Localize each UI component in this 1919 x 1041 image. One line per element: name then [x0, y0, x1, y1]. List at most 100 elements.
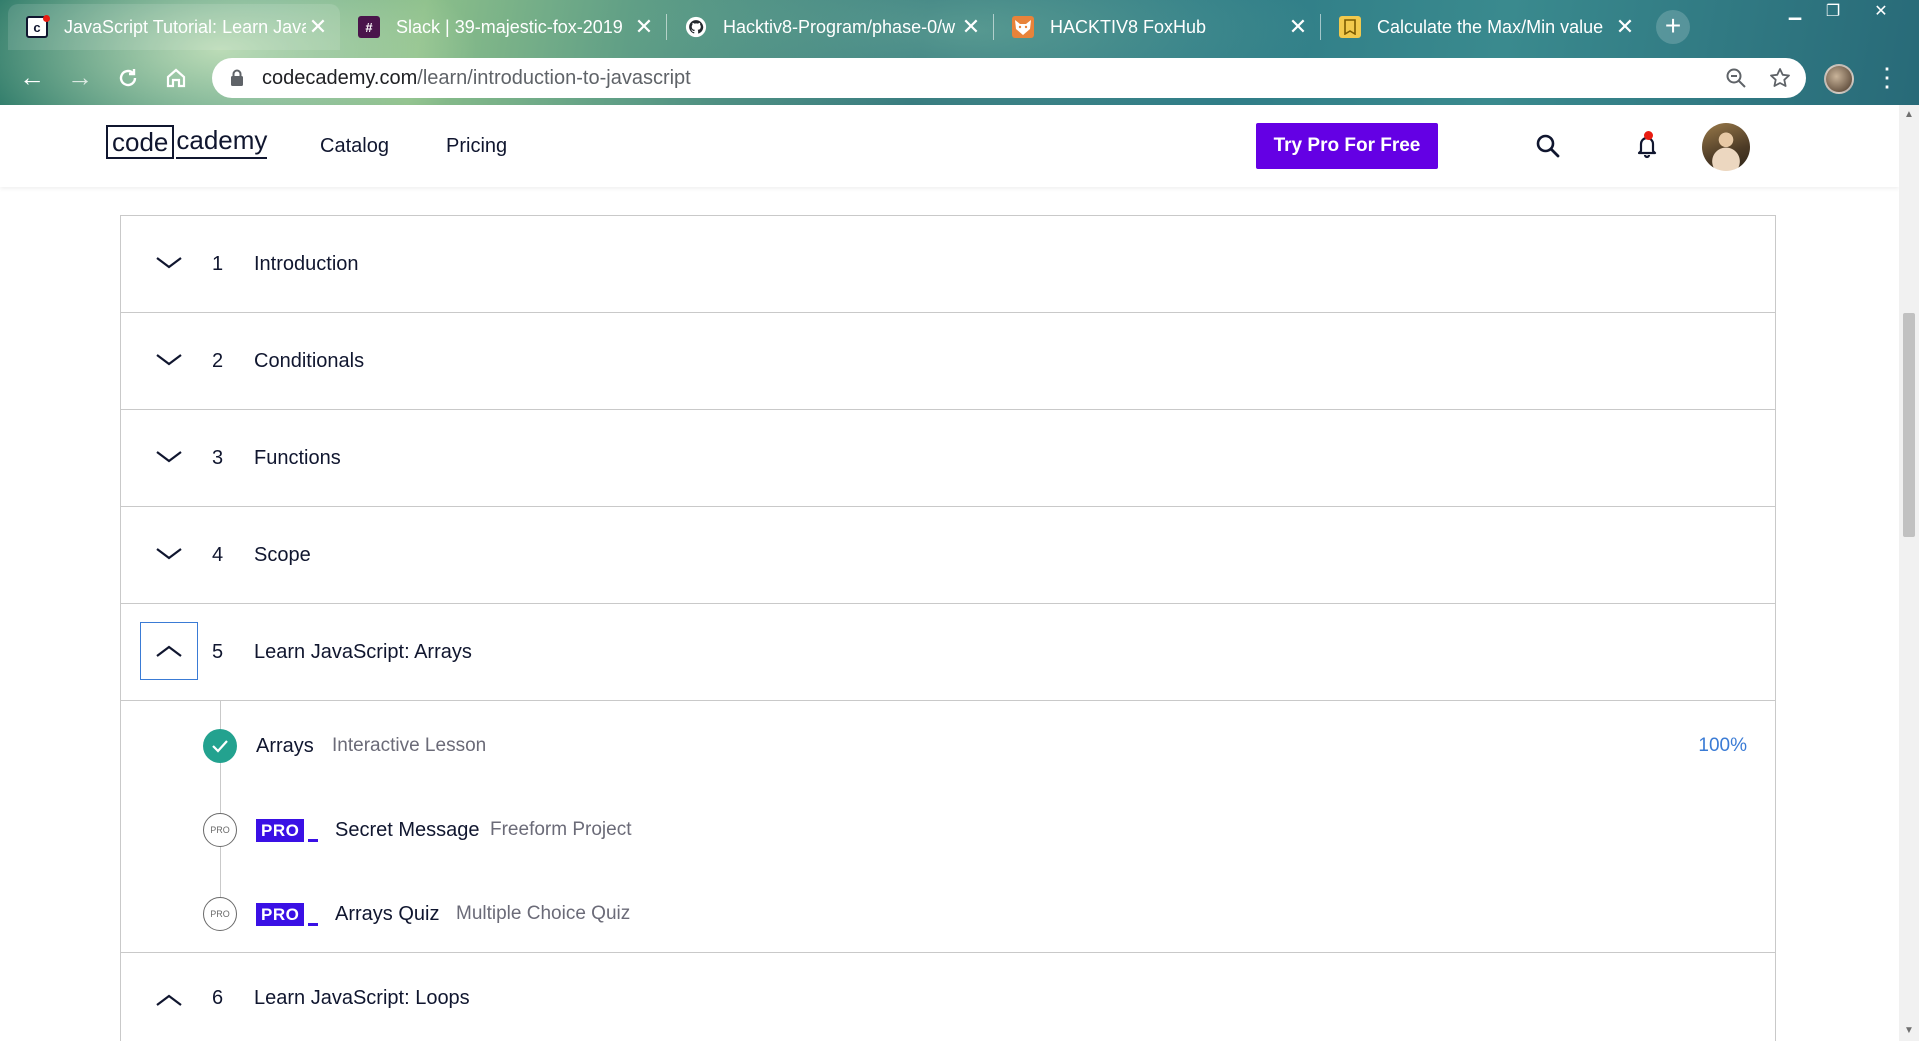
lesson-name[interactable]: Secret Message [335, 819, 480, 842]
minimize-icon[interactable]: ▁ [1776, 0, 1814, 26]
chevron-down-icon [156, 451, 182, 463]
lock-icon[interactable] [228, 69, 246, 87]
module-number: 4 [212, 543, 224, 566]
page-scrollbar[interactable]: ▲ ▼ [1899, 105, 1919, 1041]
pro-badge: PRO [256, 818, 319, 842]
browser-toolbar: ← → codecademy.com/learn/introduction-to… [0, 50, 1919, 105]
module-title: Introduction [254, 252, 359, 275]
scroll-up-arrow-icon[interactable]: ▲ [1899, 107, 1919, 123]
collapse-chevron-button[interactable] [140, 622, 198, 680]
module-title: Scope [254, 543, 311, 566]
pro-badge-label: PRO [256, 902, 305, 926]
pro-badge: PRO [256, 902, 319, 926]
zoom-out-icon[interactable] [1718, 60, 1754, 96]
expand-chevron-button[interactable] [140, 525, 198, 583]
tab-foxhub[interactable]: HACKTIV8 FoxHub ✕ [994, 4, 1320, 50]
close-tab-icon[interactable]: ✕ [1613, 16, 1637, 38]
module-title: Learn JavaScript: Loops [254, 986, 470, 1009]
lesson-item[interactable]: PRO PRO Secret Message Freeform Project [121, 810, 1775, 850]
module-title: Conditionals [254, 349, 365, 372]
scroll-down-arrow-icon[interactable]: ▼ [1899, 1023, 1919, 1039]
module-number: 5 [212, 640, 224, 663]
close-tab-icon[interactable]: ✕ [1286, 16, 1310, 38]
browser-menu-icon[interactable]: ⋮ [1874, 62, 1900, 94]
lesson-name[interactable]: Arrays Quiz [335, 903, 439, 926]
browser-profile-avatar[interactable] [1824, 64, 1854, 94]
lesson-name[interactable]: Arrays [256, 735, 314, 758]
chevron-up-icon [156, 645, 182, 657]
tab-title: Slack | 39-majestic-fox-2019 [396, 16, 623, 37]
codecademy-logo[interactable]: code cademy [106, 125, 268, 159]
module-row[interactable]: 5 Learn JavaScript: Arrays [121, 604, 1775, 701]
lesson-item[interactable]: Arrays Interactive Lesson 100% [121, 726, 1775, 766]
lesson-type: Multiple Choice Quiz [456, 903, 631, 924]
tab-title: JavaScript Tutorial: Learn JavaScript [64, 16, 306, 37]
pro-badge-label: PRO [256, 818, 305, 842]
try-pro-button[interactable]: Try Pro For Free [1256, 123, 1438, 169]
address-bar[interactable]: codecademy.com/learn/introduction-to-jav… [212, 58, 1806, 98]
site-header: code cademy Catalog Pricing Try Pro For F… [0, 105, 1899, 187]
lesson-list: Arrays Interactive Lesson 100% PRO PRO S… [121, 701, 1775, 953]
chevron-down-icon [156, 257, 182, 269]
syllabus: 1 Introduction 2 Conditionals 3 Function… [120, 215, 1776, 1041]
forward-icon[interactable]: → [64, 62, 96, 94]
home-icon[interactable] [160, 62, 192, 94]
slack-favicon: # [358, 16, 380, 38]
pro-badge-underscore [308, 838, 319, 842]
close-window-icon[interactable]: ✕ [1862, 0, 1900, 26]
module-row[interactable]: 3 Functions [121, 410, 1775, 507]
lesson-type: Freeform Project [490, 819, 632, 840]
notification-dot [1644, 131, 1653, 140]
expand-chevron-button[interactable] [140, 234, 198, 292]
url-host: codecademy.com [262, 66, 418, 89]
module-title: Learn JavaScript: Arrays [254, 640, 472, 663]
module-row[interactable]: 6 Learn JavaScript: Loops [121, 953, 1775, 1041]
tab-codecademy[interactable]: c JavaScript Tutorial: Learn JavaScript … [8, 4, 340, 50]
back-icon[interactable]: ← [16, 62, 48, 94]
bookmark-favicon [1339, 16, 1361, 38]
logo-rest-text: cademy [176, 125, 268, 159]
close-tab-icon[interactable]: ✕ [959, 16, 983, 38]
url-path: /learn/introduction-to-javascript [417, 66, 691, 89]
lesson-item[interactable]: PRO PRO Arrays Quiz Multiple Choice Quiz [121, 894, 1775, 934]
expand-chevron-button[interactable] [140, 331, 198, 389]
page-viewport: code cademy Catalog Pricing Try Pro For F… [0, 105, 1899, 1041]
tab-calculate[interactable]: Calculate the Max/Min value ✕ [1321, 4, 1647, 50]
check-icon [203, 729, 237, 763]
logo-box-text: code [106, 125, 175, 159]
tab-strip: c JavaScript Tutorial: Learn JavaScript … [0, 0, 1919, 50]
tab-github[interactable]: Hacktiv8-Program/phase-0/w ✕ [667, 4, 993, 50]
module-row[interactable]: 2 Conditionals [121, 313, 1775, 410]
module-row[interactable]: 1 Introduction [121, 216, 1775, 313]
pro-lock-icon: PRO [203, 897, 237, 931]
module-number: 3 [212, 446, 224, 469]
module-row[interactable]: 4 Scope [121, 507, 1775, 604]
restore-icon[interactable]: ❐ [1814, 0, 1852, 26]
tab-slack[interactable]: # Slack | 39-majestic-fox-2019 ✕ [340, 4, 666, 50]
pro-lock-icon: PRO [203, 813, 237, 847]
module-number: 2 [212, 349, 224, 372]
expand-chevron-button[interactable] [140, 428, 198, 486]
search-icon[interactable] [1532, 130, 1564, 162]
nav-catalog[interactable]: Catalog [320, 135, 389, 158]
chevron-up-icon [156, 994, 182, 1006]
close-tab-icon[interactable]: ✕ [632, 16, 656, 38]
collapse-chevron-button[interactable] [140, 971, 198, 1029]
star-icon[interactable] [1762, 60, 1798, 96]
nav-pricing[interactable]: Pricing [446, 135, 507, 158]
codecademy-favicon: c [26, 15, 50, 38]
tab-title: Hacktiv8-Program/phase-0/w [723, 16, 956, 37]
scroll-thumb[interactable] [1903, 313, 1915, 537]
foxhub-favicon [1012, 16, 1034, 38]
close-tab-icon[interactable]: ✕ [306, 16, 330, 38]
new-tab-button[interactable]: + [1656, 10, 1690, 44]
chevron-down-icon [156, 354, 182, 366]
github-favicon [685, 16, 707, 38]
lesson-progress: 100% [1698, 735, 1747, 756]
tab-title: HACKTIV8 FoxHub [1050, 16, 1207, 37]
chevron-down-icon [156, 548, 182, 560]
url-text[interactable]: codecademy.com/learn/introduction-to-jav… [262, 67, 1718, 90]
lesson-type: Interactive Lesson [332, 735, 487, 756]
user-avatar[interactable] [1702, 123, 1750, 171]
reload-icon[interactable] [112, 62, 144, 94]
